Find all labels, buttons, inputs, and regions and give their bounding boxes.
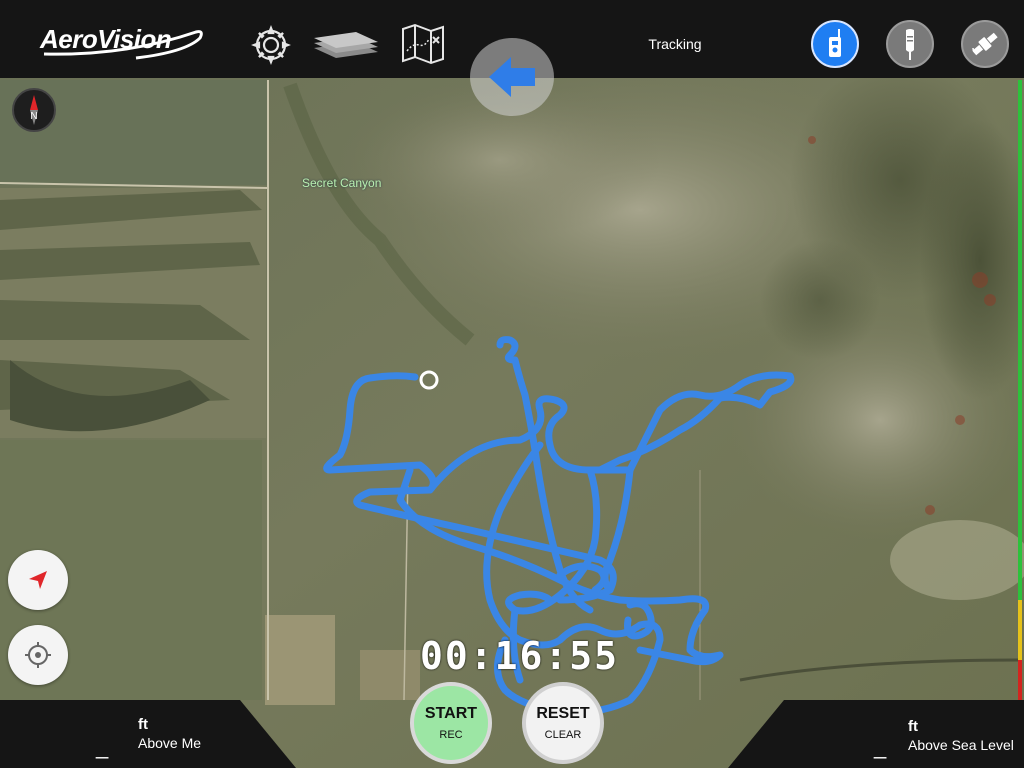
layers-button[interactable] [310, 26, 382, 62]
altitude-sea-level-unit: ft [908, 718, 918, 735]
compass[interactable]: N [12, 88, 56, 132]
controller-icon [829, 29, 841, 57]
flight-timer: 00:16:55 [420, 632, 620, 678]
altitude-above-me-unit: ft [138, 716, 148, 733]
beacon-mode-button[interactable] [886, 20, 934, 68]
flight-timer-text: 00:16:55 [420, 634, 620, 678]
altitude-sea-level-label: Above Sea Level [908, 737, 1014, 753]
controller-mode-button[interactable] [811, 20, 859, 68]
satellite-icon [972, 32, 998, 56]
reset-button-label: RESET [536, 705, 590, 722]
back-button[interactable] [470, 38, 554, 116]
satellite-mode-button[interactable] [961, 20, 1009, 68]
svg-text:N: N [30, 111, 37, 122]
altitude-above-me-panel [0, 700, 296, 768]
altitude-indicator-bar [1018, 80, 1022, 700]
navigation-arrow-icon [29, 571, 47, 589]
back-arrow-icon [489, 57, 535, 97]
center-location-button[interactable] [8, 625, 68, 685]
map-button[interactable] [398, 22, 448, 66]
layers-icon [314, 32, 378, 58]
map-icon [402, 23, 444, 65]
altitude-above-me-value: _ [96, 734, 109, 759]
altitude-above-me-label: Above Me [138, 735, 202, 751]
start-button-label: START [424, 705, 478, 722]
start-record-button[interactable]: START REC [410, 682, 492, 764]
reset-button-sublabel: CLEAR [544, 729, 582, 741]
settings-button[interactable] [250, 24, 292, 66]
reset-clear-button[interactable]: RESET CLEAR [522, 682, 604, 764]
gear-icon [251, 25, 291, 65]
tracking-status: Tracking [648, 36, 702, 52]
start-button-sublabel: REC [439, 729, 463, 741]
altitude-sea-level-value: _ [874, 734, 887, 759]
compass-icon: N [30, 95, 38, 125]
locate-drone-button[interactable] [8, 550, 68, 610]
map-place-label: Secret Canyon [302, 176, 382, 190]
beacon-icon [906, 29, 914, 60]
aerovision-logo: AeroVision [40, 24, 172, 54]
crosshair-icon [25, 642, 51, 668]
